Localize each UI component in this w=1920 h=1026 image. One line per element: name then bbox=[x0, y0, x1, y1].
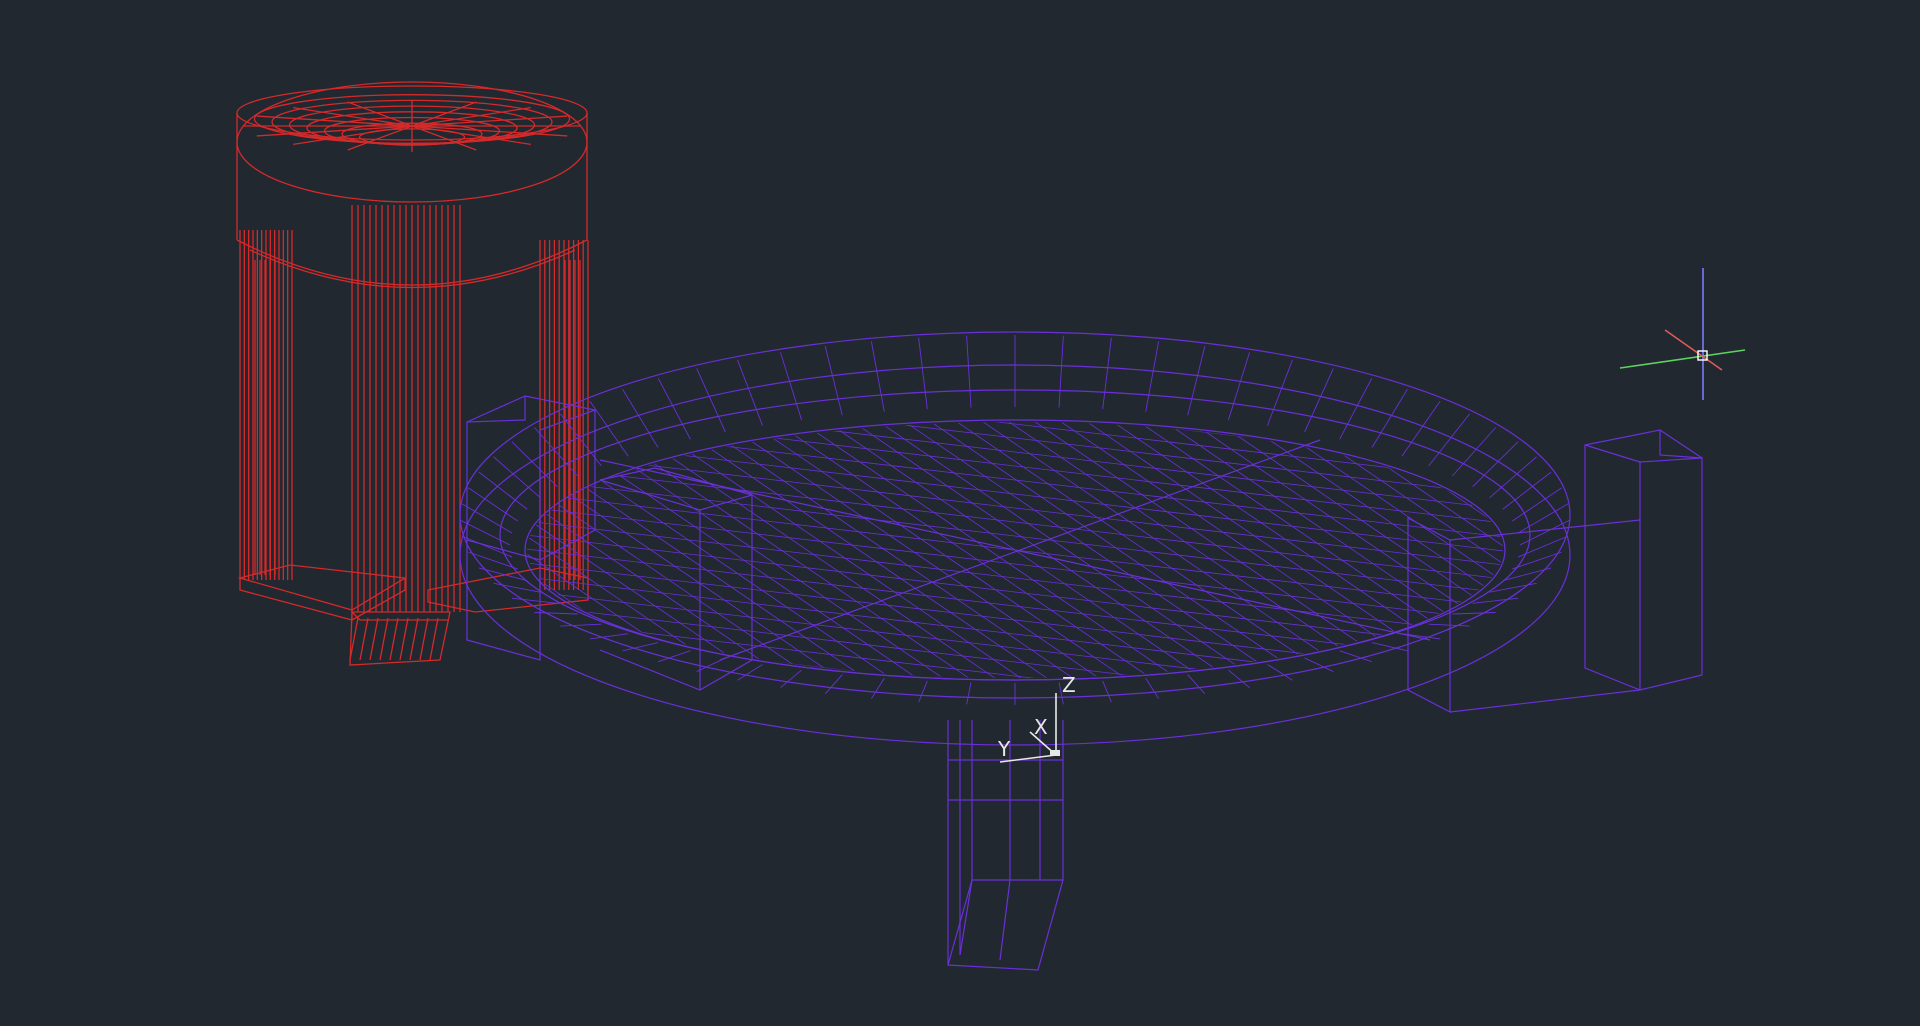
cad-model-viewport[interactable]: Z X Y bbox=[0, 0, 1920, 1026]
stand-cap-spokes bbox=[244, 100, 580, 152]
crosshair-y-axis bbox=[1619, 349, 1746, 369]
tray-rim-ribs bbox=[459, 335, 1571, 705]
stand-foot-hatch bbox=[349, 617, 439, 661]
ucs-y-label: Y bbox=[997, 737, 1011, 761]
ucs-x-label: X bbox=[1034, 715, 1048, 739]
tray-left-bracket bbox=[466, 395, 753, 691]
crosshair-x-axis bbox=[1664, 329, 1723, 371]
ucs-z-label: Z bbox=[1062, 673, 1076, 697]
crosshair-icon bbox=[1619, 268, 1746, 400]
tray-floor-diagonal-2 bbox=[719, 439, 1321, 661]
ucs-origin-box bbox=[1050, 750, 1060, 756]
